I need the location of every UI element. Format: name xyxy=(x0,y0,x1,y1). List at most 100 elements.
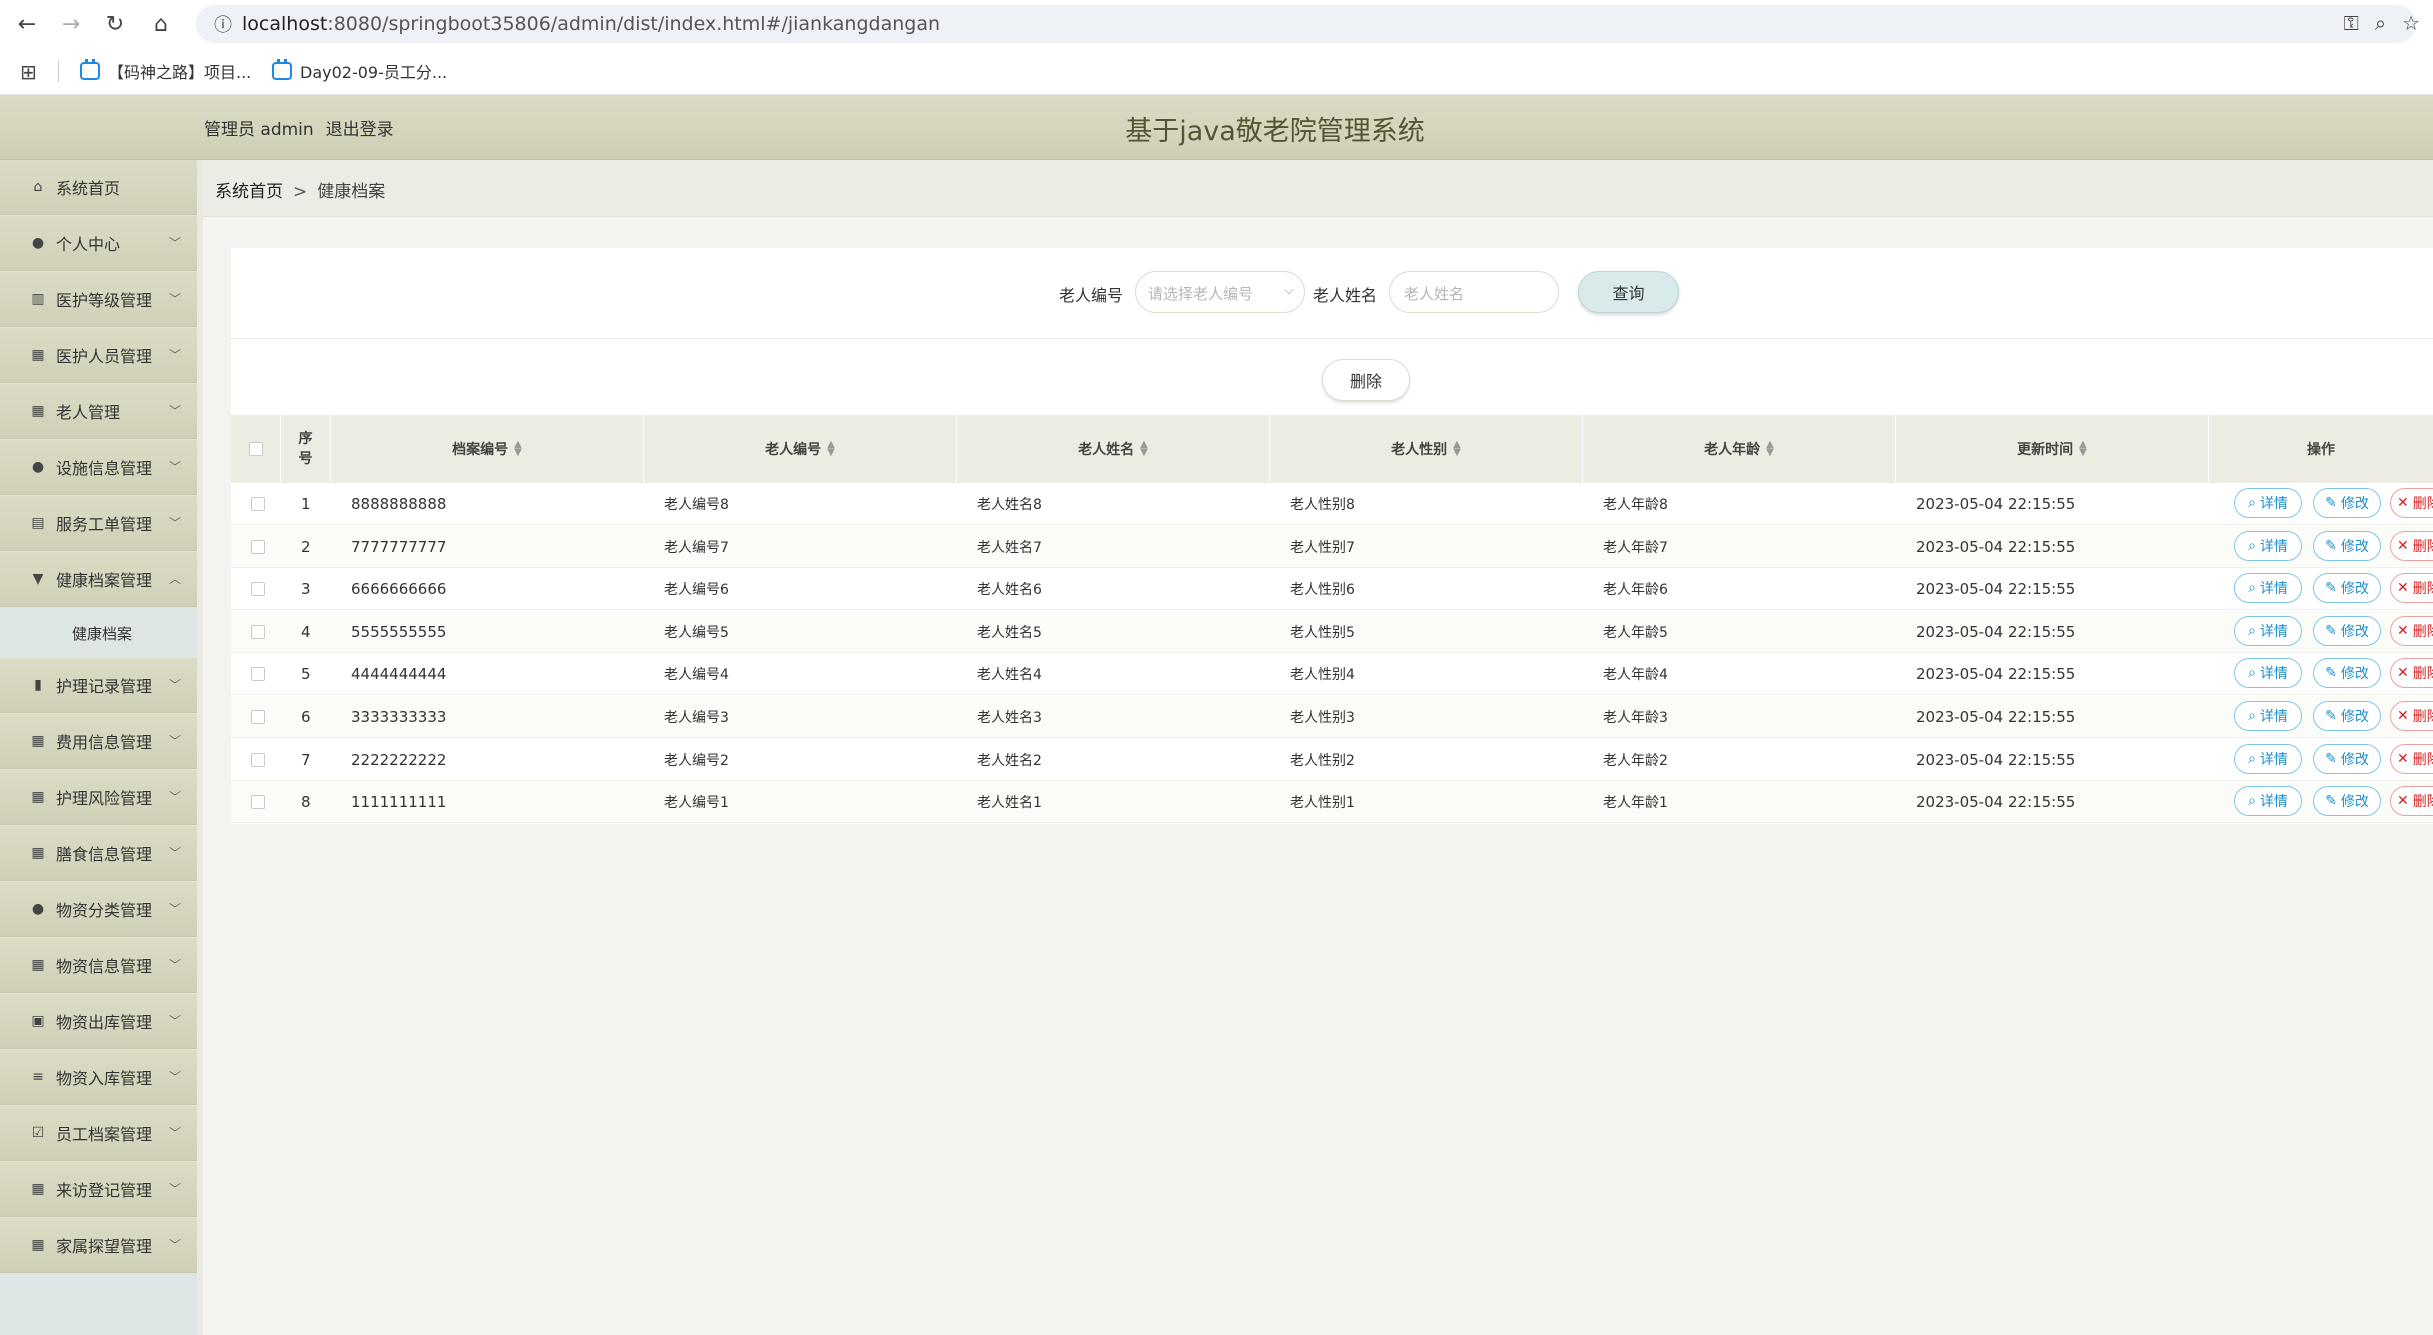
detail-button-label: 详情 xyxy=(2259,623,2288,640)
sidebar-item[interactable]: ▦ 膳食信息管理 ﹀ xyxy=(0,826,197,881)
detail-button[interactable]: ⌕ 详情 xyxy=(2234,658,2302,689)
column-header-update-time[interactable]: 更新时间 ▲ ▼ xyxy=(1896,415,2209,483)
star-icon[interactable]: ☆ xyxy=(2402,11,2420,35)
query-button[interactable]: 查询 xyxy=(1578,271,1679,313)
delete-button[interactable]: ✕删除 xyxy=(2390,615,2433,646)
elder-no-select[interactable]: 请选择老人编号 ⌵ xyxy=(1135,271,1305,313)
sidebar-item[interactable]: ▦ 物资信息管理 ﹀ xyxy=(0,938,197,993)
key-icon[interactable]: ⚿ xyxy=(2344,11,2359,35)
detail-button-label: 详情 xyxy=(2259,709,2288,725)
detail-button[interactable]: ⌕ 详情 xyxy=(2234,786,2302,817)
sort-icon[interactable]: ▲ ▼ xyxy=(514,440,522,458)
column-header-elder-age[interactable]: 老人年龄 ▲ ▼ xyxy=(1583,415,1896,483)
column-header-elder-no[interactable]: 老人编号 ▲ ▼ xyxy=(644,415,957,483)
sort-icon[interactable]: ▲ ▼ xyxy=(1453,440,1461,458)
sidebar-item[interactable]: ▦ 来访登记管理 ﹀ xyxy=(0,1162,197,1217)
zoom-icon[interactable]: ⌕ xyxy=(2375,11,2386,35)
table-row[interactable]: 6 3333333333 老人编号3 老人姓名3 老人性别3 老人年龄3 2023-05-0… xyxy=(231,696,2433,738)
sidebar-item[interactable]: ● 个人中心 ﹀ xyxy=(0,216,197,271)
table-row[interactable]: 1 8888888888 老人编号8 老人姓名8 老人性别8 老人年龄8 2023-05-0… xyxy=(231,483,2433,525)
apps-grid-icon[interactable]: ⊞ xyxy=(20,60,37,84)
cell-update-time: 2023-05-04 22:15:55 xyxy=(1916,665,2076,684)
sidebar-item[interactable]: ▼ 健康档案管理 ︿ xyxy=(0,552,197,607)
sidebar-item[interactable]: ▣ 物资出库管理 ﹀ xyxy=(0,994,197,1049)
edit-button[interactable]: ✎ 修改 xyxy=(2313,743,2381,774)
edit-button[interactable]: ✎ 修改 xyxy=(2313,701,2381,731)
detail-button[interactable]: ⌕ 详情 xyxy=(2234,701,2302,731)
forward-icon[interactable]: → xyxy=(56,9,86,39)
bookmark-item[interactable]: 【码神之路】项目... xyxy=(80,59,251,83)
search-icon: ⌕ xyxy=(2248,793,2256,810)
table-row[interactable]: 7 2222222222 老人编号2 老人姓名2 老人性别2 老人年龄2 2023-05-0… xyxy=(231,739,2433,781)
breadcrumb-home[interactable]: 系统首页 xyxy=(215,182,283,202)
edit-button[interactable]: ✎ 修改 xyxy=(2313,488,2381,518)
sidebar-item[interactable]: ▥ 医护等级管理 ﹀ xyxy=(0,272,197,327)
edit-button[interactable]: ✎ 修改 xyxy=(2313,658,2381,689)
column-header-elder-gender[interactable]: 老人性别 ▲ ▼ xyxy=(1270,415,1583,483)
cell-elder-no: 老人编号6 xyxy=(664,582,729,599)
edit-button[interactable]: ✎ 修改 xyxy=(2313,573,2381,604)
sidebar-item[interactable]: ▦ 家属探望管理 ﹀ xyxy=(0,1218,197,1273)
detail-button[interactable]: ⌕ 详情 xyxy=(2234,488,2302,518)
detail-button[interactable]: ⌕ 详情 xyxy=(2234,530,2302,561)
row-checkbox[interactable] xyxy=(251,497,265,511)
column-header-elder-name[interactable]: 老人姓名 ▲ ▼ xyxy=(957,415,1270,483)
address-bar[interactable]: ⓘ localhost:8080/springboot35806/admin/d… xyxy=(196,5,2420,43)
elder-name-input[interactable]: 老人姓名 xyxy=(1389,271,1559,313)
sidebar-scrollbar[interactable] xyxy=(197,160,203,1335)
reload-icon[interactable]: ↻ xyxy=(100,9,130,39)
delete-button[interactable]: ✕删除 xyxy=(2390,488,2433,518)
sidebar-item[interactable]: ⌂ 系统首页 xyxy=(0,160,197,215)
detail-button[interactable]: ⌕ 详情 xyxy=(2234,743,2302,774)
row-checkbox[interactable] xyxy=(251,795,265,810)
sidebar-item-label: 个人中心 xyxy=(56,235,121,254)
select-all-checkbox[interactable] xyxy=(248,442,263,456)
bookmark-item[interactable]: Day02-09-员工分... xyxy=(272,59,447,83)
row-checkbox[interactable] xyxy=(251,582,265,597)
delete-button[interactable]: ✕删除 xyxy=(2390,701,2433,731)
row-checkbox[interactable] xyxy=(251,539,265,554)
sort-icon[interactable]: ▲ ▼ xyxy=(1766,440,1774,458)
sidebar-item[interactable]: ● 物资分类管理 ﹀ xyxy=(0,882,197,937)
row-checkbox[interactable] xyxy=(251,752,265,767)
sidebar-subitem-health-record[interactable]: 健康档案 xyxy=(0,608,197,658)
sidebar-item[interactable]: ☑ 员工档案管理 ﹀ xyxy=(0,1106,197,1161)
delete-button[interactable]: ✕删除 xyxy=(2390,743,2433,774)
delete-button[interactable]: ✕删除 xyxy=(2390,786,2433,817)
row-checkbox[interactable] xyxy=(251,667,265,682)
home-icon[interactable]: ⌂ xyxy=(146,9,176,39)
back-icon[interactable]: ← xyxy=(12,9,42,39)
row-checkbox[interactable] xyxy=(251,624,265,639)
batch-delete-button[interactable]: 删除 xyxy=(1322,359,1410,401)
row-checkbox[interactable] xyxy=(251,710,265,724)
row-select-cell xyxy=(251,611,265,653)
sidebar-item[interactable]: ▦ 医护人员管理 ﹀ xyxy=(0,328,197,383)
sidebar-item[interactable]: ▤ 服务工单管理 ﹀ xyxy=(0,496,197,551)
table-row[interactable]: 4 5555555555 老人编号5 老人姓名5 老人性别5 老人年龄5 2023-05-0… xyxy=(231,610,2433,653)
table-row[interactable]: 3 6666666666 老人编号6 老人姓名6 老人性别6 老人年龄6 2023-05-0… xyxy=(231,568,2433,611)
sort-icon[interactable]: ▲ ▼ xyxy=(1140,440,1148,458)
detail-button[interactable]: ⌕ 详情 xyxy=(2234,573,2302,604)
grid-icon: ▦ xyxy=(31,957,45,973)
table-row[interactable]: 8 1111111111 老人编号1 老人姓名1 老人性别1 老人年龄1 2023-05-0… xyxy=(231,781,2433,824)
sidebar-item[interactable]: ≡ 物资入库管理 ﹀ xyxy=(0,1050,197,1105)
detail-button[interactable]: ⌕ 详情 xyxy=(2234,615,2302,646)
sidebar-item-label: 物资信息管理 xyxy=(56,957,153,976)
edit-button[interactable]: ✎ 修改 xyxy=(2313,615,2381,646)
sidebar-item[interactable]: ▦ 护理风险管理 ﹀ xyxy=(0,770,197,825)
sidebar-item[interactable]: ▦ 老人管理 ﹀ xyxy=(0,384,197,439)
delete-button[interactable]: ✕删除 xyxy=(2390,530,2433,561)
info-icon[interactable]: ⓘ xyxy=(208,9,238,39)
delete-button[interactable]: ✕删除 xyxy=(2390,658,2433,689)
delete-button[interactable]: ✕删除 xyxy=(2390,573,2433,604)
sidebar-item[interactable]: ▦ 费用信息管理 ﹀ xyxy=(0,714,197,769)
column-header-record-no[interactable]: 档案编号 ▲ ▼ xyxy=(331,415,644,483)
sidebar-item[interactable]: ● 设施信息管理 ﹀ xyxy=(0,440,197,495)
table-row[interactable]: 5 4444444444 老人编号4 老人姓名4 老人性别4 老人年龄4 2023-05-0… xyxy=(231,653,2433,696)
edit-button[interactable]: ✎ 修改 xyxy=(2313,530,2381,561)
sidebar-item[interactable]: ▮ 护理记录管理 ﹀ xyxy=(0,658,197,713)
edit-button[interactable]: ✎ 修改 xyxy=(2313,786,2381,817)
table-row[interactable]: 2 7777777777 老人编号7 老人姓名7 老人性别7 老人年龄7 2023-05-0… xyxy=(231,525,2433,568)
sort-icon[interactable]: ▲ ▼ xyxy=(2079,440,2087,458)
sort-icon[interactable]: ▲ ▼ xyxy=(827,440,835,458)
